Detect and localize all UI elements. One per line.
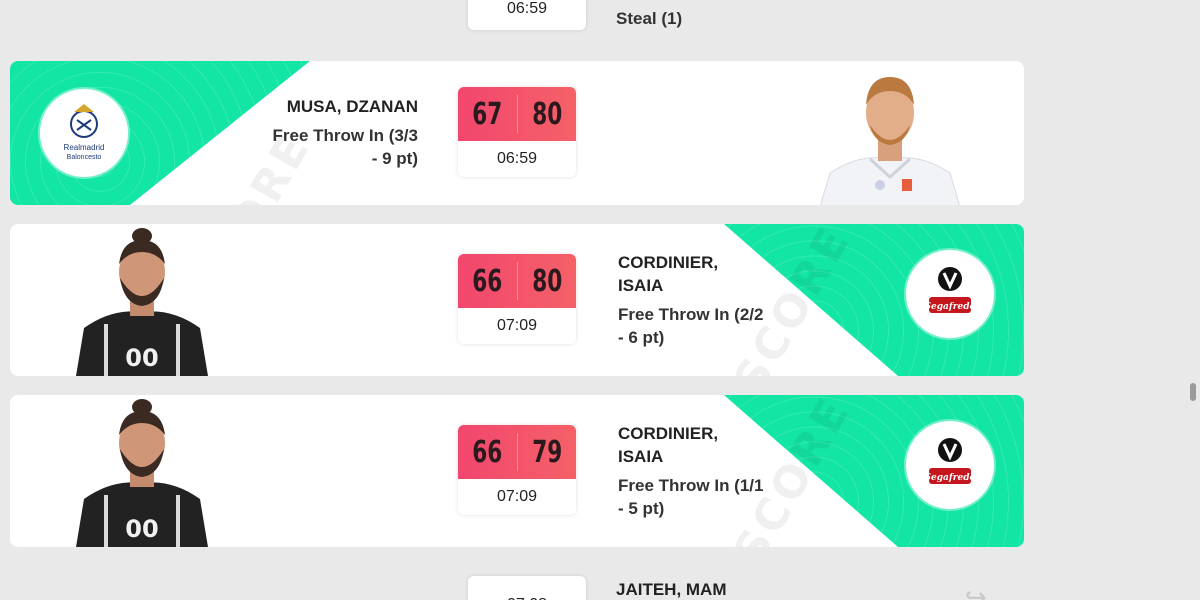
- action-text: Free Throw In (2/2: [618, 305, 764, 324]
- action-text-continued: - 5 pt): [618, 499, 665, 518]
- virtus-segafredo-logo-icon: Segafredo: [925, 267, 976, 313]
- action-text-continued: - 6 pt): [618, 328, 665, 347]
- event-row-partial-bottom: 07:08 JAITEH, MAM ↪: [10, 576, 1024, 600]
- home-score: 66: [472, 263, 503, 299]
- player-photo: 00: [76, 399, 208, 547]
- team-logo: Segafredo: [906, 421, 994, 509]
- score-display: 66 80: [458, 254, 576, 308]
- event-row-musa[interactable]: SCORE Realmadrid Baloncesto MUSA, DZANAN…: [10, 61, 1024, 205]
- player-name[interactable]: JAITEH, MAM: [616, 578, 727, 600]
- score-box: 67 80 06:59: [458, 87, 576, 177]
- action-text-continued: - 9 pt): [371, 149, 418, 168]
- event-row-partial-top: 06:59 Steal (1): [10, 0, 1024, 40]
- event-text: MUSA, DZANAN Free Throw In (3/3 - 9 pt): [273, 95, 418, 170]
- svg-text:Realmadrid: Realmadrid: [64, 143, 105, 152]
- score-display: 67 80: [458, 87, 576, 141]
- event-row-cordinier-2[interactable]: SCORE 00 66 80 07:09 CORDINIER, ISAIA Fr…: [10, 224, 1024, 376]
- svg-text:00: 00: [125, 515, 158, 543]
- player-photo: [820, 77, 960, 205]
- game-clock: 06:59: [506, 0, 548, 17]
- real-madrid-logo-icon: Realmadrid Baloncesto: [64, 104, 105, 161]
- action-text: Free Throw In (3/3: [272, 126, 418, 145]
- game-clock: 07:08: [468, 590, 586, 600]
- action-text: Steal (1): [616, 9, 683, 28]
- score-box: 66 80 07:09: [458, 254, 576, 344]
- score-box: 66 79 07:09: [458, 425, 576, 515]
- score-display: 66 79: [458, 425, 576, 479]
- score-box: 06:59: [468, 0, 586, 30]
- game-clock: 07:09: [496, 488, 538, 505]
- svg-text:Segafredo: Segafredo: [925, 302, 976, 312]
- player-name[interactable]: CORDINIER,: [618, 251, 763, 274]
- player-photo: 00: [76, 228, 208, 376]
- scrollbar-thumb[interactable]: [1190, 383, 1196, 401]
- away-score: 79: [531, 434, 562, 470]
- home-score: 66: [472, 434, 503, 470]
- svg-text:Segafredo: Segafredo: [925, 473, 976, 483]
- player-name-continued[interactable]: ISAIA: [618, 445, 763, 468]
- virtus-segafredo-logo-icon: Segafredo: [925, 438, 976, 484]
- home-score: 67: [472, 96, 503, 132]
- team-logo: Realmadrid Baloncesto: [40, 89, 128, 177]
- event-text: CORDINIER, ISAIA Free Throw In (1/1 - 5 …: [618, 422, 763, 520]
- player-name[interactable]: CORDINIER,: [618, 422, 763, 445]
- player-name[interactable]: MUSA, DZANAN: [273, 95, 418, 118]
- player-name-continued[interactable]: ISAIA: [618, 274, 763, 297]
- svg-text:00: 00: [125, 344, 158, 372]
- score-box: 07:08: [468, 576, 586, 600]
- event-row-cordinier-1[interactable]: SCORE 00 66 79 07:09 CORDINIER, ISAIA Fr…: [10, 395, 1024, 547]
- game-clock: 07:09: [496, 317, 538, 334]
- away-score: 80: [531, 96, 562, 132]
- team-logo: Segafredo: [906, 250, 994, 338]
- svg-text:Baloncesto: Baloncesto: [67, 154, 102, 161]
- action-text: Free Throw In (1/1: [618, 476, 764, 495]
- share-icon[interactable]: ↪: [965, 582, 987, 600]
- game-clock: 06:59: [496, 150, 538, 167]
- away-score: 80: [531, 263, 562, 299]
- event-text: CORDINIER, ISAIA Free Throw In (2/2 - 6 …: [618, 251, 763, 349]
